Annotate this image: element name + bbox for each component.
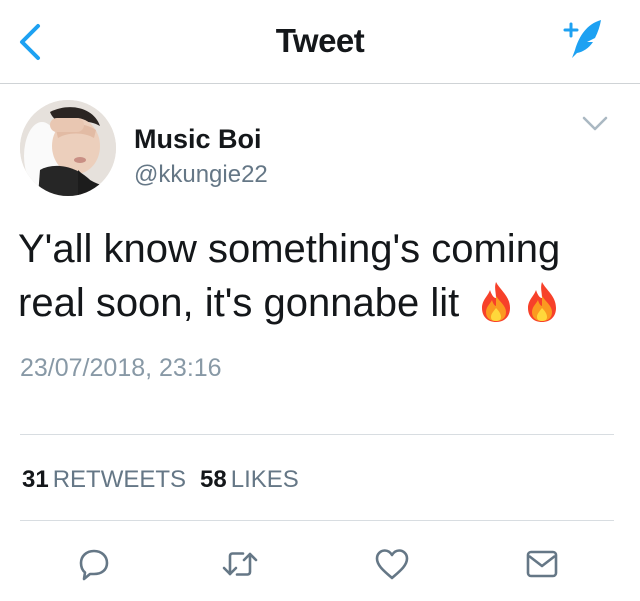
retweet-button[interactable] — [220, 544, 260, 584]
profile-photo — [20, 100, 116, 196]
tweet-stats: 31 RETWEETS 58 LIKES — [22, 466, 313, 494]
compose-tweet-button[interactable] — [557, 16, 607, 62]
avatar[interactable] — [20, 100, 116, 196]
reply-icon — [79, 549, 109, 581]
user-display-name[interactable]: Music Boi — [134, 124, 262, 155]
fire-emoji — [482, 282, 511, 322]
divider — [20, 434, 614, 435]
retweets-stat[interactable]: 31 RETWEETS — [22, 466, 200, 493]
retweets-label: RETWEETS — [52, 466, 187, 493]
retweets-count: 31 — [22, 466, 49, 493]
reply-button[interactable] — [74, 544, 114, 584]
like-button[interactable] — [372, 544, 412, 584]
direct-message-button[interactable] — [522, 544, 562, 584]
compose-tweet-icon — [563, 20, 601, 58]
likes-count: 58 — [200, 466, 227, 493]
fire-emoji — [528, 282, 557, 322]
direct-message-icon — [526, 550, 558, 578]
nav-bar: Tweet — [0, 0, 640, 84]
user-handle[interactable]: @kkungie22 — [134, 161, 268, 189]
divider — [20, 520, 614, 521]
retweet-icon — [222, 552, 258, 576]
tweet-timestamp: 23/07/2018, 23:16 — [20, 354, 222, 382]
more-options-button[interactable] — [580, 112, 610, 136]
tweet-text: Y'all know something's coming real soon,… — [18, 222, 628, 330]
chevron-down-icon — [582, 116, 608, 131]
likes-label: LIKES — [230, 466, 299, 493]
page-title: Tweet — [275, 22, 365, 59]
likes-stat[interactable]: 58 LIKES — [200, 466, 313, 493]
like-icon — [375, 549, 409, 580]
